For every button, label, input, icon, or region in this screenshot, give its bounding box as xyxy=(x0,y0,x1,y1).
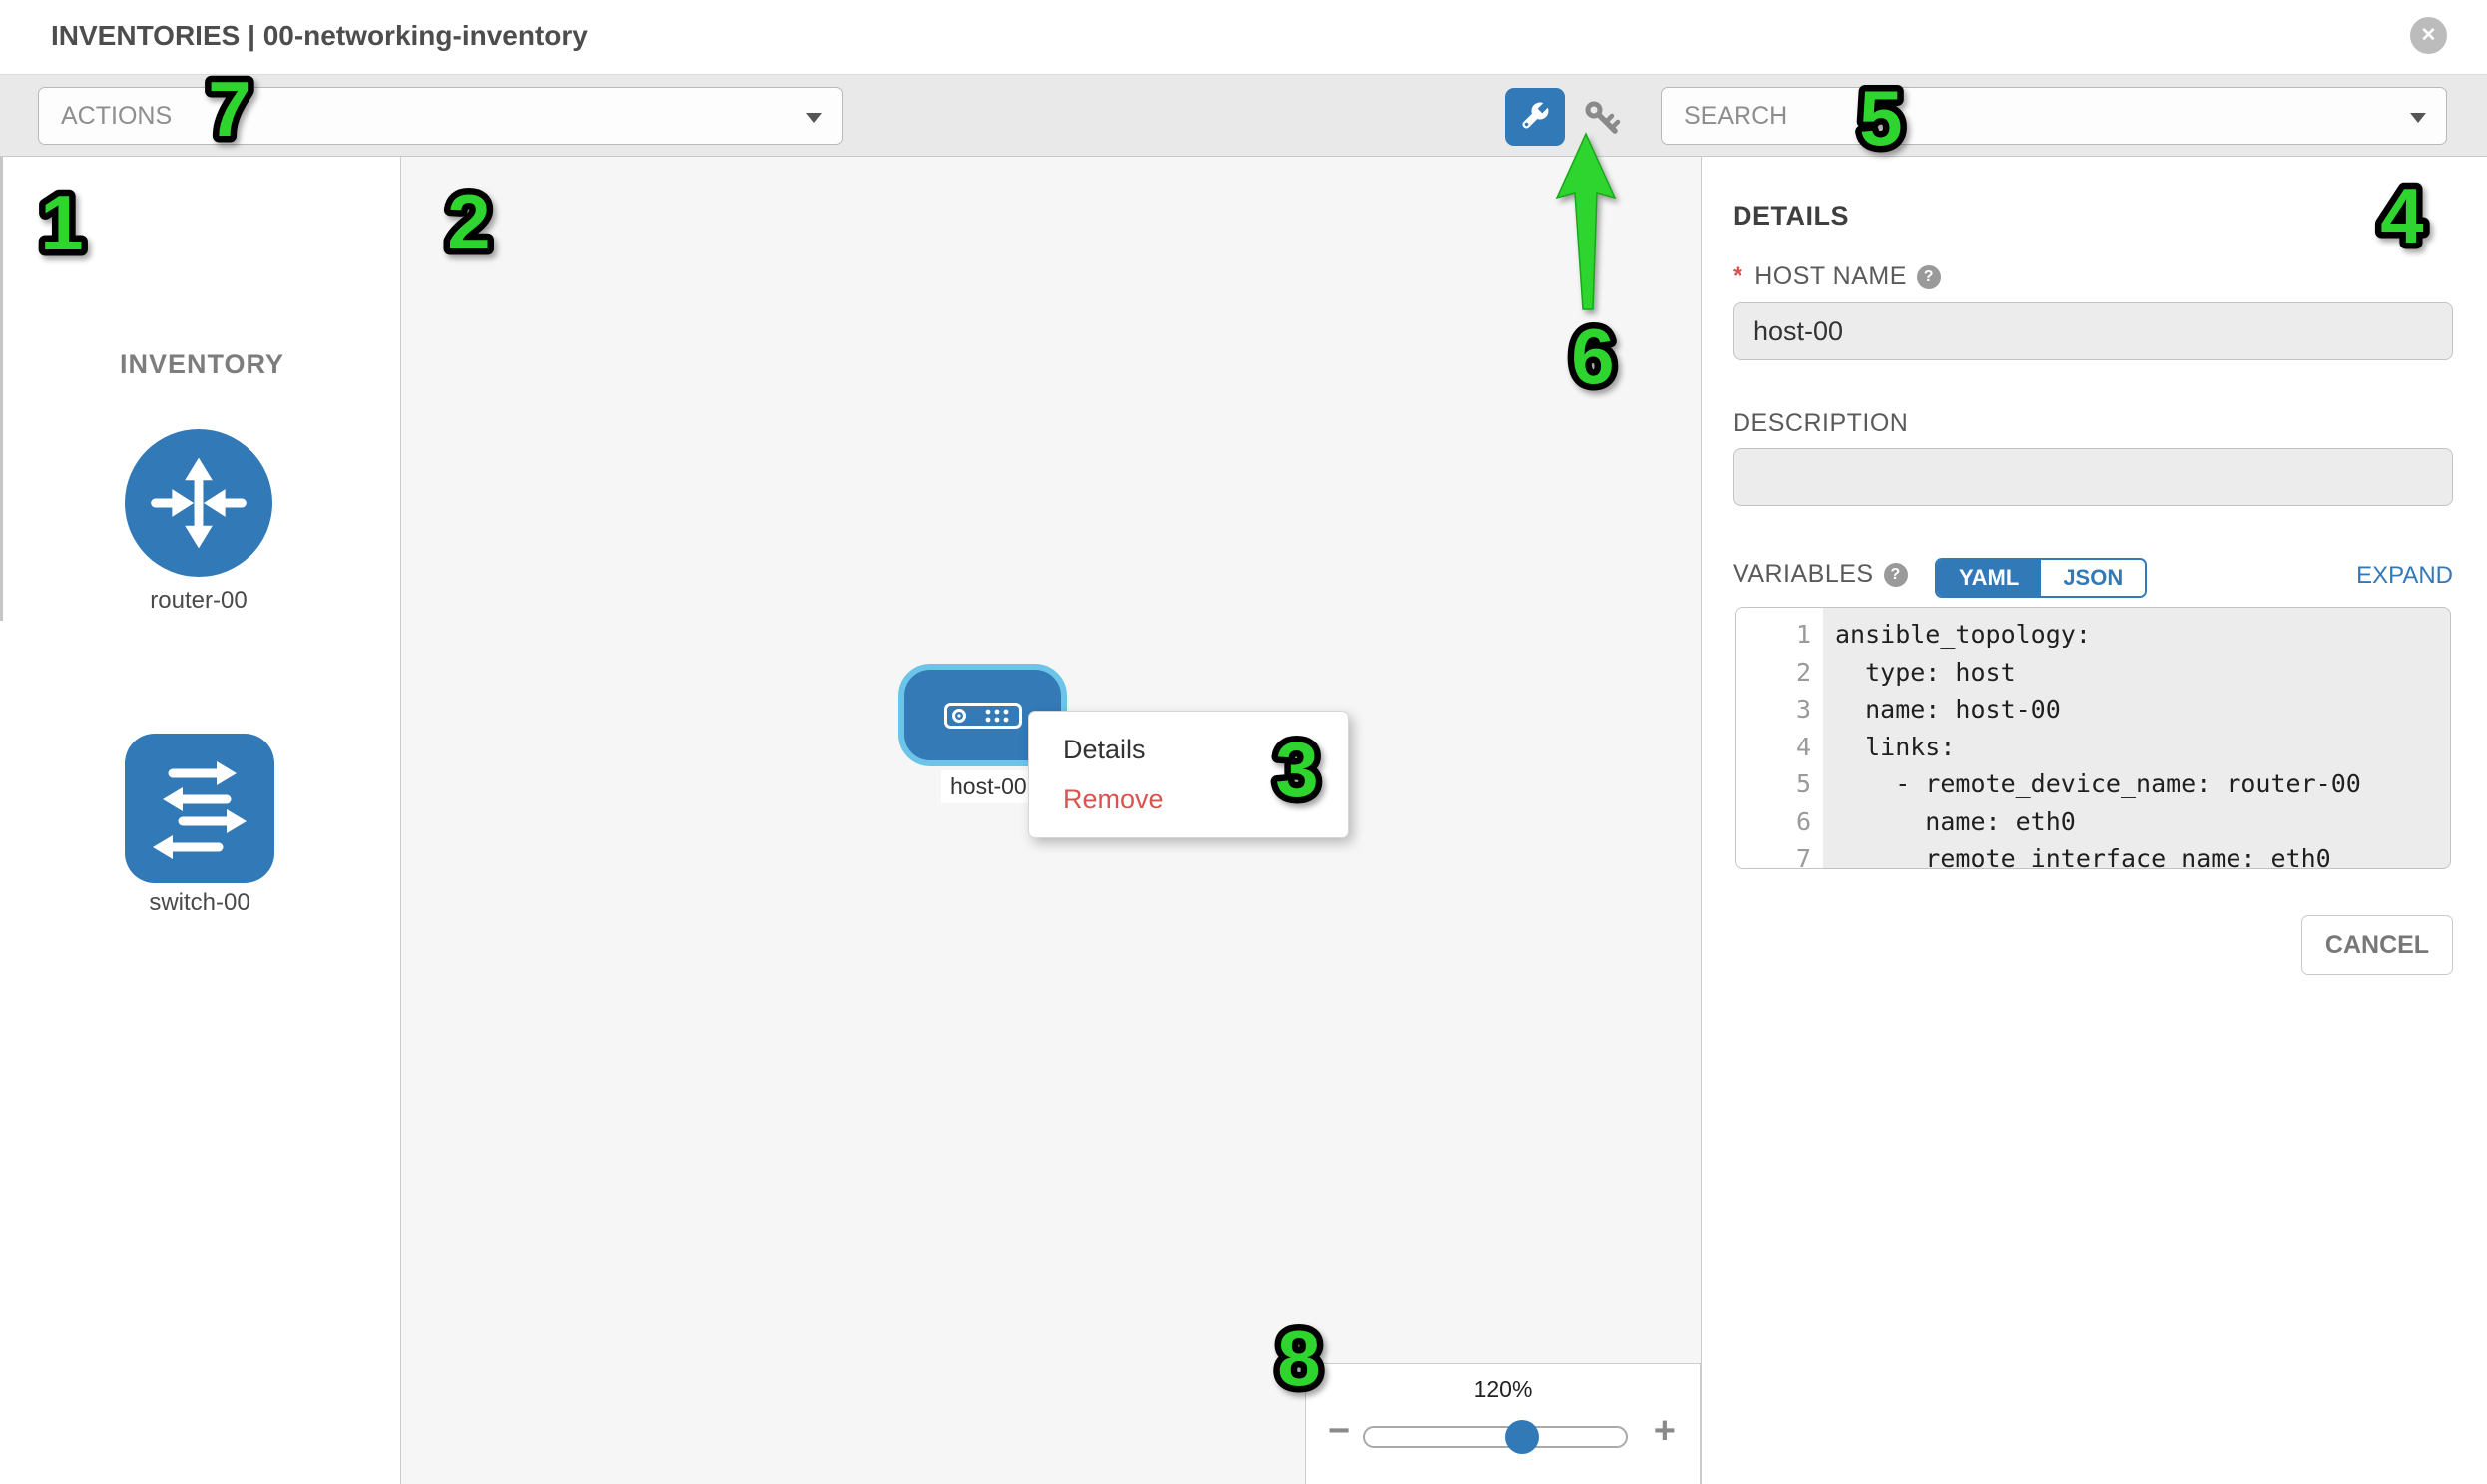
page-title: INVENTORIES | 00-networking-inventory xyxy=(51,20,588,52)
close-x-glyph: ✕ xyxy=(2421,24,2437,47)
sidebar-item-switch-label: switch-00 xyxy=(100,889,299,917)
sidebar-item-router-label: router-00 xyxy=(99,587,298,615)
description-label-row: DESCRIPTION xyxy=(1733,409,1908,438)
router-icon xyxy=(125,428,272,578)
inventory-topology-page: INVENTORIES | 00-networking-inventory ✕ … xyxy=(0,0,2487,1484)
zoom-in-button[interactable]: + xyxy=(1654,1410,1676,1453)
code-line: 6 name: eth0 xyxy=(1736,803,2450,841)
close-icon[interactable]: ✕ xyxy=(2410,17,2447,54)
tab-json[interactable]: JSON xyxy=(2041,560,2145,596)
tools-button[interactable] xyxy=(1505,88,1565,146)
line-text: type: host xyxy=(1823,654,2016,692)
chevron-down-icon xyxy=(2410,113,2426,123)
zoom-slider[interactable] xyxy=(1363,1426,1628,1448)
zoom-control-panel: 120% − + xyxy=(1305,1363,1701,1484)
zoom-slider-thumb[interactable] xyxy=(1505,1420,1539,1454)
search-dropdown[interactable]: SEARCH xyxy=(1661,87,2447,145)
sidebar-item-switch[interactable] xyxy=(125,734,274,883)
actions-dropdown-label: ACTIONS xyxy=(61,102,172,131)
context-menu-details[interactable]: Details xyxy=(1029,725,1348,774)
zoom-level-value: 120% xyxy=(1306,1376,1700,1403)
line-text: - remote_device_name: router-00 xyxy=(1823,765,2361,803)
page-header: INVENTORIES | 00-networking-inventory ✕ xyxy=(0,0,2487,74)
inventory-sidebar: INVENTORY router-00 xyxy=(0,157,401,1484)
code-line: 3 name: host-00 xyxy=(1736,691,2450,729)
question-glyph: ? xyxy=(1924,268,1934,286)
question-circle-icon[interactable]: ? xyxy=(1884,563,1908,587)
code-line: 7 remote_interface_name: eth0 xyxy=(1736,840,2450,869)
expand-link[interactable]: EXPAND xyxy=(2356,562,2453,590)
line-number: 7 xyxy=(1736,832,1823,869)
search-dropdown-label: SEARCH xyxy=(1684,102,1787,131)
line-text: name: eth0 xyxy=(1823,803,2076,841)
sidebar-scroll-strip xyxy=(0,157,3,621)
actions-dropdown[interactable]: ACTIONS xyxy=(38,87,843,145)
code-line: 2 type: host xyxy=(1736,654,2450,692)
description-field[interactable] xyxy=(1733,448,2453,506)
context-menu: Details Remove xyxy=(1028,711,1349,838)
context-menu-remove[interactable]: Remove xyxy=(1029,774,1348,824)
cancel-button-label: CANCEL xyxy=(2325,931,2429,960)
code-line: 1 ansible_topology: xyxy=(1736,616,2450,654)
cancel-button[interactable]: CANCEL xyxy=(2301,915,2453,975)
line-text: remote_interface_name: eth0 xyxy=(1823,840,2331,869)
line-text: ansible_topology: xyxy=(1823,616,2091,654)
key-icon xyxy=(1583,99,1625,139)
tab-yaml[interactable]: YAML xyxy=(1937,560,2041,596)
host-node-label: host-00 xyxy=(941,770,1036,803)
description-label: DESCRIPTION xyxy=(1733,409,1908,438)
question-glyph: ? xyxy=(1890,566,1900,584)
host-name-label-row: * HOST NAME ? xyxy=(1733,262,1941,291)
sidebar-heading: INVENTORY xyxy=(120,349,284,380)
required-asterisk: * xyxy=(1733,262,1742,291)
question-circle-icon[interactable]: ? xyxy=(1917,265,1941,289)
code-line: 5 - remote_device_name: router-00 xyxy=(1736,765,2450,803)
variables-format-toggle: YAML JSON xyxy=(1935,558,2147,598)
line-text: name: host-00 xyxy=(1823,691,2061,729)
variables-code-editor[interactable]: 1 ansible_topology: 2 type: host 3 name:… xyxy=(1735,607,2451,869)
details-panel: DETAILS * HOST NAME ? DESCRIPTION VARIAB… xyxy=(1702,157,2487,1484)
line-text: links: xyxy=(1823,729,1955,766)
variables-label: VARIABLES xyxy=(1733,560,1874,589)
chevron-down-icon xyxy=(806,113,822,123)
switch-icon xyxy=(125,734,274,883)
host-icon xyxy=(944,703,1022,729)
topology-canvas[interactable]: host-00 Details Remove 120% − + xyxy=(401,157,1702,1484)
code-line: 4 links: xyxy=(1736,729,2450,766)
variables-label-row: VARIABLES ? xyxy=(1733,560,1908,589)
zoom-out-button[interactable]: − xyxy=(1328,1410,1350,1453)
key-button[interactable] xyxy=(1583,99,1625,139)
sidebar-item-router[interactable] xyxy=(125,429,272,577)
host-name-field[interactable] xyxy=(1733,302,2453,360)
toolbar: ACTIONS xyxy=(0,74,2487,157)
host-name-label: HOST NAME xyxy=(1754,262,1907,291)
wrench-icon xyxy=(1515,97,1555,137)
details-heading: DETAILS xyxy=(1733,201,1849,232)
